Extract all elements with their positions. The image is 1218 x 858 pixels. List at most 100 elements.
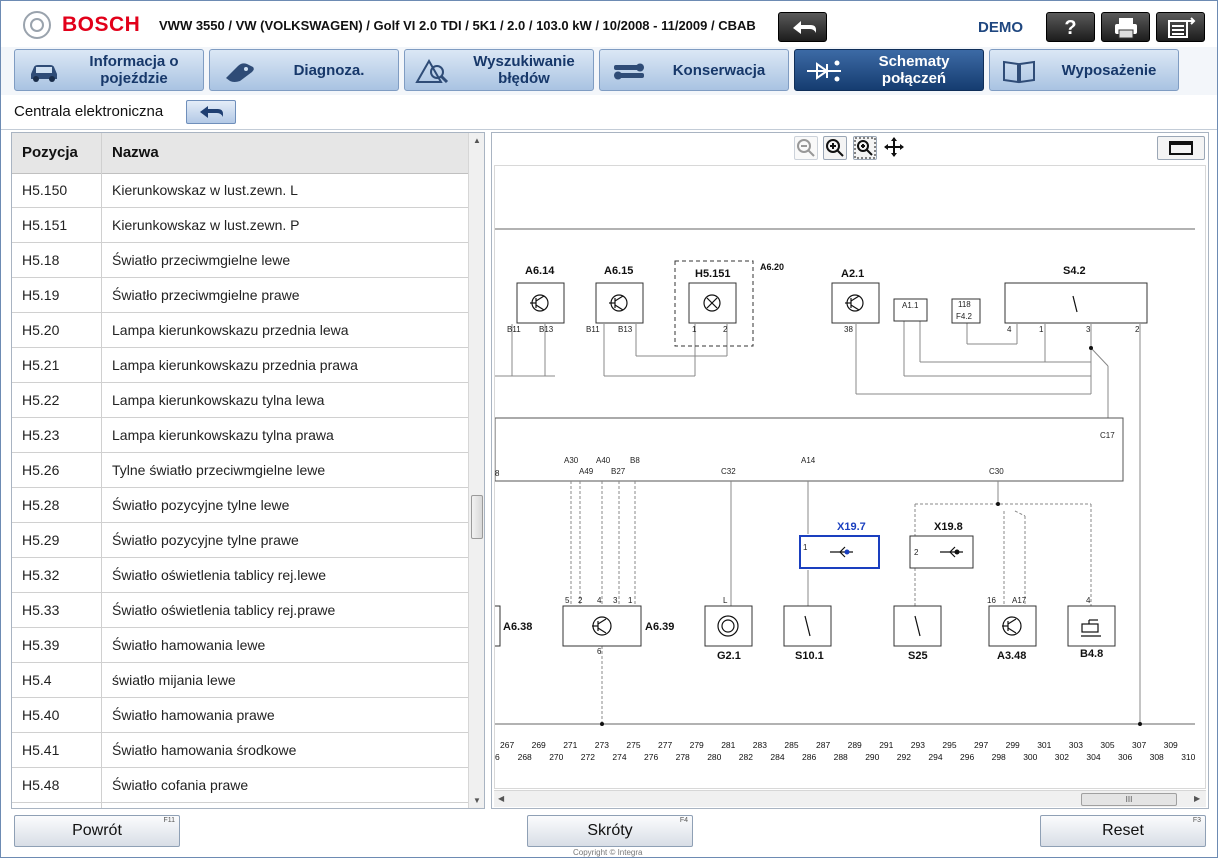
pin-label: A17 xyxy=(1012,596,1027,605)
wiring-diagram[interactable]: A6.14 A6.15 H5.151 A6.20 A2.1 S4.2 A6.38… xyxy=(492,166,1205,788)
bus-pin-label: A14 xyxy=(801,456,816,465)
grid-number: 290 xyxy=(865,752,879,762)
shortcuts-button[interactable]: Skróty F4 xyxy=(527,815,693,847)
table-row[interactable]: H5.151 Kierunkowskaz w lust.zewn. P xyxy=(12,208,469,243)
grid-number: 285 xyxy=(784,740,798,750)
component-label[interactable]: B4.8 xyxy=(1080,648,1103,660)
pin-label: 2 xyxy=(723,325,728,334)
cell-name: Światło pozycyjne tylne prawe xyxy=(112,532,299,548)
component-label[interactable]: S25 xyxy=(908,650,928,662)
menu-export-button[interactable] xyxy=(1156,12,1205,42)
table-row[interactable]: H5.23 Lampa kierunkowskazu tylna prawa xyxy=(12,418,469,453)
component-table: Pozycja Nazwa H5.150 Kierunkowskaz w lust… xyxy=(11,132,485,809)
button-label: Skróty xyxy=(587,822,633,839)
table-row[interactable]: H5.29 Światło pozycyjne tylne prawe xyxy=(12,523,469,558)
table-row[interactable]: H5.26 Tylne światło przeciwmgielne lewe xyxy=(12,453,469,488)
cell-name: Lampa kierunkowskazu przednia prawa xyxy=(112,357,358,373)
component-label[interactable]: S10.1 xyxy=(795,650,824,662)
table-row[interactable]: H5.4 światło mijania lewe xyxy=(12,663,469,698)
component-label[interactable]: S4.2 xyxy=(1063,265,1086,277)
table-row[interactable]: H5.21 Lampa kierunkowskazu przednia prawa xyxy=(12,348,469,383)
cell-name: Lampa kierunkowskazu tylna lewa xyxy=(112,392,325,408)
diagram-horizontal-scrollbar[interactable]: ◀ III ▶ xyxy=(494,790,1206,807)
cell-name: Światło cofania prawe xyxy=(112,777,249,793)
tab-diagnosis[interactable]: Diagnoza. xyxy=(209,49,399,91)
diagram-canvas[interactable]: A6.14 A6.15 H5.151 A6.20 A2.1 S4.2 A6.38… xyxy=(492,165,1206,789)
grid-number: 306 xyxy=(1118,752,1132,762)
cell-position: H5.20 xyxy=(22,322,60,338)
print-icon xyxy=(1114,18,1137,39)
zoom-fit-button[interactable] xyxy=(853,136,877,160)
component-label[interactable]: A6.39 xyxy=(645,621,674,633)
zoom-in-button[interactable] xyxy=(823,136,847,160)
print-button[interactable] xyxy=(1101,12,1150,42)
pin-label: 38 xyxy=(844,325,853,334)
cell-name: Światło oświetlenia tablicy rej.prawe xyxy=(112,602,336,618)
sub-back-button[interactable] xyxy=(186,100,236,124)
bus-pin-label: A30 xyxy=(564,456,579,465)
table-row[interactable]: H5.22 Lampa kierunkowskazu tylna lewa xyxy=(12,383,469,418)
fullscreen-button[interactable] xyxy=(1157,136,1205,160)
component-label[interactable]: X19.8 xyxy=(934,521,963,533)
component-label[interactable]: A3.48 xyxy=(997,650,1026,662)
grid-number: 284 xyxy=(770,752,784,762)
tab-vehicle-info[interactable]: Informacja o pojeździe xyxy=(14,49,204,91)
scroll-grip: III xyxy=(1125,795,1133,804)
tab-maintenance[interactable]: Konserwacja xyxy=(599,49,789,91)
component-label[interactable]: A6.14 xyxy=(525,265,555,277)
component-label-selected[interactable]: X19.7 xyxy=(837,521,866,533)
component-label[interactable]: H5.151 xyxy=(695,268,730,280)
small-box-label: F4.2 xyxy=(956,312,973,321)
pan-button[interactable] xyxy=(883,136,907,160)
grid-number: 283 xyxy=(753,740,767,750)
zoom-out-button[interactable] xyxy=(794,136,818,160)
pin-label: B11 xyxy=(507,325,521,334)
table-row[interactable]: H5.33 Światło oświetlenia tablicy rej.pra… xyxy=(12,593,469,628)
small-box-label: 118 xyxy=(958,300,971,309)
grid-number: 286 xyxy=(802,752,816,762)
component-label[interactable]: G2.1 xyxy=(717,650,741,662)
column-header-name[interactable]: Nazwa xyxy=(112,133,159,173)
column-header-position[interactable]: Pozycja xyxy=(22,133,78,173)
table-body: H5.150 Kierunkowskaz w lust.zewn. L H5.151… xyxy=(12,173,469,803)
grid-number: 297 xyxy=(974,740,988,750)
back-button[interactable]: Powrót F11 xyxy=(14,815,180,847)
cell-position: H5.39 xyxy=(22,637,60,653)
table-row[interactable]: H5.18 Światło przeciwmgielne lewe xyxy=(12,243,469,278)
component-label[interactable]: A2.1 xyxy=(841,268,864,280)
component-label[interactable]: A6.20 xyxy=(760,262,784,272)
copyright-text: Copyright © Integra xyxy=(573,848,643,857)
reset-button[interactable]: Reset F3 xyxy=(1040,815,1206,847)
grid-number: 271 xyxy=(563,740,577,750)
back-button[interactable] xyxy=(778,12,827,42)
tab-equipment[interactable]: Wyposażenie xyxy=(989,49,1179,91)
table-row[interactable]: H5.32 Światło oświetlenia tablicy rej.lew… xyxy=(12,558,469,593)
table-row[interactable]: H5.150 Kierunkowskaz w lust.zewn. L xyxy=(12,173,469,208)
table-row[interactable]: H5.41 Światło hamowania środkowe xyxy=(12,733,469,768)
table-row[interactable]: H5.20 Lampa kierunkowskazu przednia lewa xyxy=(12,313,469,348)
app-window: BOSCH VWW 3550 / VW (VOLKSWAGEN) / Golf … xyxy=(0,0,1218,858)
table-row[interactable]: H5.39 Światło hamowania lewe xyxy=(12,628,469,663)
brand-name: BOSCH xyxy=(62,13,141,36)
table-row[interactable]: H5.40 Światło hamowania prawe xyxy=(12,698,469,733)
help-icon: ? xyxy=(1064,17,1077,39)
scroll-right-icon[interactable]: ▶ xyxy=(1194,794,1200,803)
scroll-down-icon[interactable]: ▼ xyxy=(473,796,481,805)
tab-wiring-diagrams[interactable]: Schematy połączeń xyxy=(794,49,984,91)
component-label[interactable]: A6.15 xyxy=(604,265,633,277)
scroll-up-icon[interactable]: ▲ xyxy=(473,136,481,145)
table-row[interactable]: H5.28 Światło pozycyjne tylne lewe xyxy=(12,488,469,523)
tab-label: Diagnoza. xyxy=(293,61,365,79)
main-tab-bar: Informacja o pojeździe Diagnoza. Wyszuki… xyxy=(1,47,1217,95)
table-row[interactable]: H5.48 Światło cofania prawe xyxy=(12,768,469,803)
scroll-left-icon[interactable]: ◀ xyxy=(498,794,504,803)
scrollbar-thumb[interactable]: III xyxy=(1081,793,1177,806)
pin-label: 2 xyxy=(1135,325,1140,334)
cell-position: H5.22 xyxy=(22,392,60,408)
scrollbar-thumb[interactable] xyxy=(471,495,483,539)
table-scrollbar[interactable]: ▲ ▼ xyxy=(468,133,484,808)
component-label[interactable]: A6.38 xyxy=(503,621,532,633)
table-row[interactable]: H5.19 Światło przeciwmgielne prawe xyxy=(12,278,469,313)
tab-fault-search[interactable]: Wyszukiwanie błędów xyxy=(404,49,594,91)
help-button[interactable]: ? xyxy=(1046,12,1095,42)
